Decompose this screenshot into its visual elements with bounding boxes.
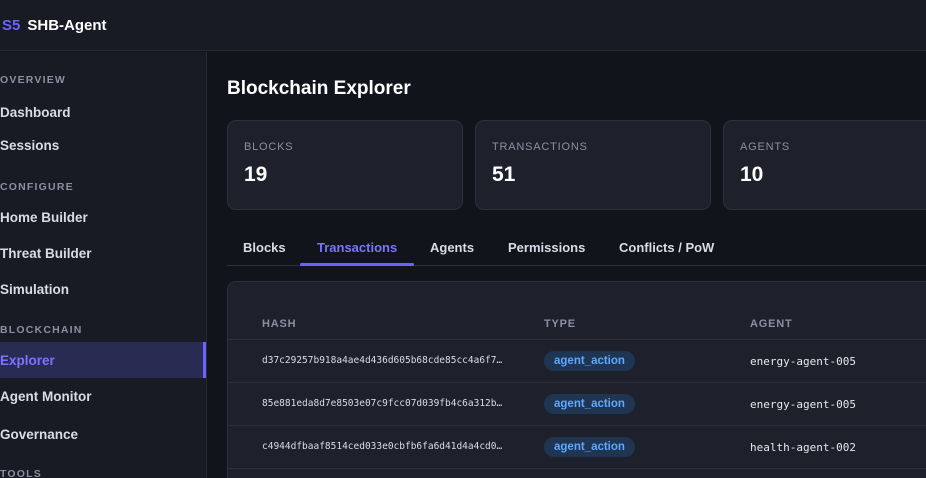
tab-conflicts-pow[interactable]: Conflicts / PoW (619, 240, 714, 255)
table-row[interactable]: 85e881eda8d7e8503e07c9fcc07d039fb4c6a312… (228, 383, 926, 426)
sidebar-section-configure: CONFIGURE (0, 181, 74, 193)
stat-card-transactions: TRANSACTIONS 51 (475, 120, 711, 210)
tx-agent: energy-agent-005 (750, 398, 856, 411)
tx-hash[interactable]: 85e881eda8d7e8503e07c9fcc07d039fb4c6a312… (262, 398, 502, 409)
sidebar-item-label: Governance (0, 426, 79, 442)
tx-agent: health-agent-002 (750, 441, 856, 454)
sidebar-item-label: Sessions (0, 137, 60, 153)
sidebar: OVERVIEW Dashboard Sessions CONFIGURE Ho… (0, 52, 207, 478)
active-tab-indicator (300, 263, 414, 266)
sidebar-item-label: Simulation (0, 281, 70, 297)
column-header-type: TYPE (544, 318, 576, 330)
transactions-table: HASH TYPE AGENT d37c29257b918a4ae4d436d6… (227, 281, 926, 478)
tx-type-badge: agent_action (544, 394, 635, 414)
table-row[interactable]: c4944dfbaaf8514ced033e0cbfb6fa6d41d4a4cd… (228, 426, 926, 469)
app-logo[interactable]: S5 SHB-Agent (2, 17, 107, 34)
sidebar-item-label: Explorer (0, 352, 55, 368)
tx-hash[interactable]: c4944dfbaaf8514ced033e0cbfb6fa6d41d4a4cd… (262, 441, 502, 452)
sidebar-section-tools: TOOLS (0, 468, 42, 478)
sidebar-item-simulation[interactable]: Simulation (0, 271, 206, 307)
tx-type-badge: agent_action (544, 351, 635, 371)
tx-agent: energy-agent-005 (750, 355, 856, 368)
sidebar-section-overview: OVERVIEW (0, 74, 67, 86)
sidebar-item-explorer[interactable]: Explorer (0, 342, 206, 378)
stat-card-blocks: BLOCKS 19 (227, 120, 463, 210)
column-header-agent: AGENT (750, 318, 793, 330)
explorer-tabs: Blocks Transactions Agents Permissions C… (227, 232, 926, 266)
sidebar-item-sessions[interactable]: Sessions (0, 127, 206, 163)
page-title: Blockchain Explorer (227, 78, 411, 99)
tab-agents[interactable]: Agents (430, 240, 474, 255)
tx-hash[interactable]: d37c29257b918a4ae4d436d605b68cde85cc4a6f… (262, 355, 502, 366)
tx-type-badge: agent_action (544, 437, 635, 457)
sidebar-item-home-builder[interactable]: Home Builder (0, 199, 206, 235)
stat-card-agents: AGENTS 10 (723, 120, 926, 210)
main-content: Blockchain Explorer BLOCKS 19 TRANSACTIO… (208, 52, 926, 478)
stat-value: 51 (492, 163, 516, 186)
sidebar-item-label: Threat Builder (0, 245, 92, 261)
top-bar: S5 SHB-Agent (0, 0, 926, 51)
sidebar-item-label: Home Builder (0, 209, 88, 225)
table-row[interactable]: d37c29257b918a4ae4d436d605b68cde85cc4a6f… (228, 340, 926, 383)
sidebar-item-governance[interactable]: Governance (0, 416, 206, 452)
sidebar-item-label: Agent Monitor (0, 388, 92, 404)
logo-mark: S5 (2, 16, 21, 34)
stat-value: 10 (740, 163, 764, 186)
sidebar-section-blockchain: BLOCKCHAIN (0, 324, 83, 336)
stat-label: AGENTS (740, 141, 791, 153)
sidebar-item-agent-monitor[interactable]: Agent Monitor (0, 378, 206, 414)
tab-transactions[interactable]: Transactions (317, 240, 397, 255)
sidebar-item-threat-builder[interactable]: Threat Builder (0, 235, 206, 271)
app-name: SHB-Agent (27, 16, 107, 34)
stat-label: TRANSACTIONS (492, 141, 588, 153)
tab-blocks[interactable]: Blocks (243, 240, 286, 255)
sidebar-item-dashboard[interactable]: Dashboard (0, 94, 206, 130)
stat-label: BLOCKS (244, 141, 294, 153)
stat-value: 19 (244, 163, 268, 186)
column-header-hash: HASH (262, 318, 297, 330)
tab-permissions[interactable]: Permissions (508, 240, 585, 255)
sidebar-item-label: Dashboard (0, 104, 71, 120)
